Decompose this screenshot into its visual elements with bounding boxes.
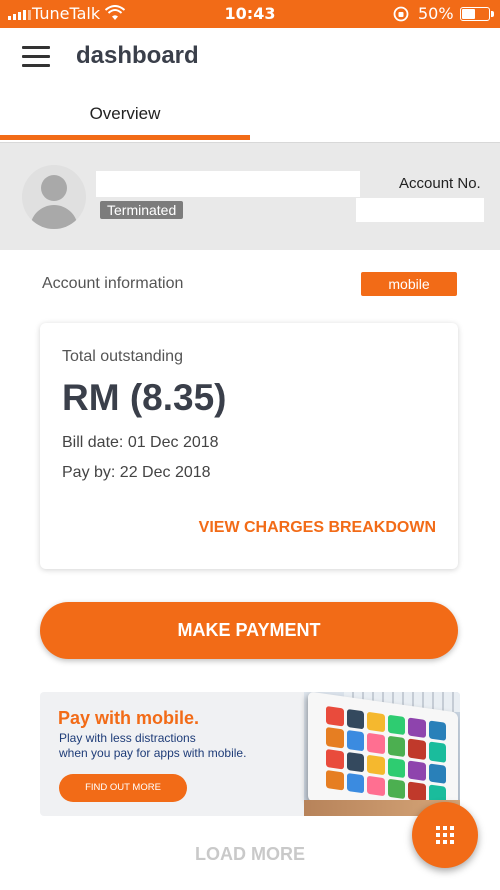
tab-overview[interactable]: Overview bbox=[0, 88, 250, 142]
active-tab-indicator bbox=[0, 135, 250, 140]
account-summary: Terminated Account No. bbox=[0, 142, 500, 250]
app-tile-icon bbox=[367, 711, 385, 733]
hamburger-menu-icon[interactable] bbox=[22, 46, 50, 68]
app-tile-icon bbox=[387, 735, 405, 757]
app-tile-icon bbox=[326, 748, 344, 770]
bill-date: Bill date: 01 Dec 2018 bbox=[62, 434, 219, 451]
make-payment-button[interactable]: MAKE PAYMENT bbox=[40, 602, 458, 659]
promo-text-line2: when you pay for apps with mobile. bbox=[59, 746, 247, 760]
app-tile-icon bbox=[326, 705, 344, 727]
app-tile-icon bbox=[367, 733, 385, 754]
status-bar: TuneTalk 10:43 50% bbox=[0, 0, 500, 28]
app-header: dashboard bbox=[0, 28, 500, 88]
avatar bbox=[22, 165, 86, 229]
grid-icon bbox=[436, 826, 454, 844]
account-name-redacted bbox=[96, 171, 360, 197]
app-tile-icon bbox=[387, 714, 405, 736]
rotation-lock-icon bbox=[392, 5, 410, 27]
account-number-redacted bbox=[356, 198, 484, 222]
app-tile-icon bbox=[326, 727, 344, 748]
total-outstanding-label: Total outstanding bbox=[62, 348, 183, 365]
app-tile-icon bbox=[346, 730, 364, 751]
outstanding-card: Total outstanding RM (8.35) Bill date: 0… bbox=[40, 323, 458, 569]
battery-percent: 50% bbox=[418, 4, 454, 23]
apps-grid-fab[interactable] bbox=[412, 802, 478, 868]
app-tile-icon bbox=[367, 775, 385, 797]
app-tile-icon bbox=[408, 738, 426, 760]
app-tile-icon bbox=[408, 781, 426, 802]
promo-tablet-image bbox=[304, 692, 460, 816]
tab-label: Overview bbox=[89, 104, 161, 123]
tab-bar: Overview bbox=[0, 88, 500, 142]
app-tile-icon bbox=[346, 751, 364, 773]
account-number-label: Account No. bbox=[399, 175, 481, 192]
account-type-badge[interactable]: mobile bbox=[361, 272, 457, 296]
app-tile-icon bbox=[387, 778, 405, 800]
status-badge: Terminated bbox=[100, 201, 184, 219]
outstanding-amount: RM (8.35) bbox=[62, 377, 227, 418]
find-out-more-button[interactable]: FIND OUT MORE bbox=[59, 774, 187, 802]
app-tile-icon bbox=[428, 762, 446, 784]
page-title: dashboard bbox=[76, 42, 199, 69]
app-tile-icon bbox=[346, 772, 364, 794]
app-tile-icon bbox=[408, 717, 426, 739]
promo-title: Pay with mobile. bbox=[58, 708, 200, 728]
promo-text-line1: Play with less distractions bbox=[59, 731, 196, 745]
app-tile-icon bbox=[346, 708, 364, 730]
app-tile-icon bbox=[428, 741, 446, 763]
promo-banner[interactable]: Pay with mobile. Play with less distract… bbox=[40, 692, 460, 816]
account-information-label: Account information bbox=[42, 275, 184, 292]
pay-by-date: Pay by: 22 Dec 2018 bbox=[62, 464, 211, 481]
battery-icon bbox=[460, 7, 494, 21]
app-tile-icon bbox=[408, 760, 426, 781]
view-charges-breakdown-link[interactable]: VIEW CHARGES BREAKDOWN bbox=[199, 519, 436, 537]
app-tile-icon bbox=[428, 720, 446, 742]
app-tile-icon bbox=[367, 754, 385, 775]
app-tile-icon bbox=[326, 769, 344, 791]
app-tile-icon bbox=[387, 757, 405, 778]
